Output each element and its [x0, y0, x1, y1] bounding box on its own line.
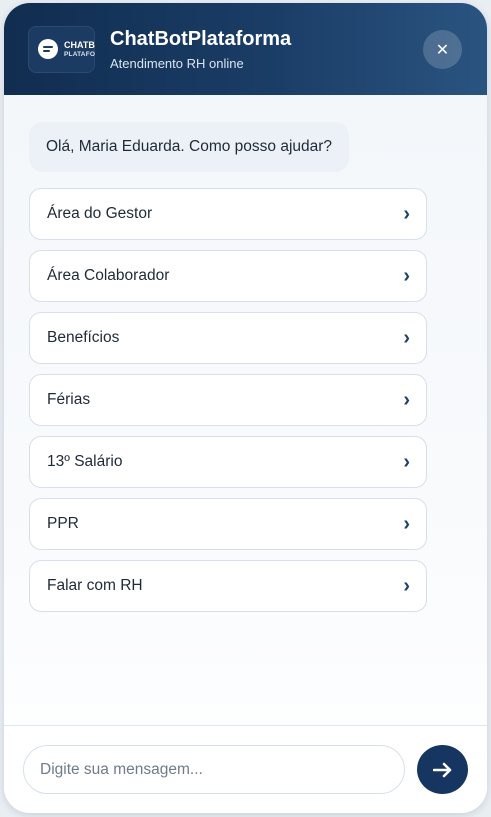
bot-message-bubble: Olá, Maria Eduarda. Como posso ajudar?	[29, 122, 350, 172]
chat-header: CHATBOT PLATAFORMA ChatBotPlataforma Ate…	[4, 3, 487, 95]
chevron-right-icon: ›	[403, 327, 410, 349]
chevron-right-icon: ›	[403, 575, 410, 597]
option-label: Falar com RH	[47, 577, 143, 594]
option-area-colaborador[interactable]: Área Colaborador ›	[29, 250, 427, 302]
chat-subtitle: Atendimento RH online	[110, 56, 244, 71]
logo-bubble-icon	[38, 39, 58, 59]
chevron-right-icon: ›	[403, 389, 410, 411]
option-label: Benefícios	[47, 329, 120, 346]
composer-bar	[4, 725, 487, 813]
arrow-right-icon	[432, 762, 451, 777]
logo-wordmark: CHATBOT PLATAFORMA	[64, 41, 95, 59]
option-falar-com-rh[interactable]: Falar com RH ›	[29, 560, 427, 612]
option-label: 13º Salário	[47, 453, 123, 470]
option-ferias[interactable]: Férias ›	[29, 374, 427, 426]
option-area-gestor[interactable]: Área do Gestor ›	[29, 188, 427, 240]
chevron-right-icon: ›	[403, 265, 410, 287]
close-icon[interactable]: ✕	[423, 30, 462, 69]
send-button[interactable]	[417, 745, 468, 794]
chat-widget: CHATBOT PLATAFORMA ChatBotPlataforma Ate…	[4, 3, 487, 813]
logo-line-1: CHATBOT	[64, 40, 95, 50]
option-13-salario[interactable]: 13º Salário ›	[29, 436, 427, 488]
option-ppr[interactable]: PPR ›	[29, 498, 427, 550]
chevron-right-icon: ›	[403, 203, 410, 225]
logo-line-2: PLATAFORMA	[64, 51, 95, 58]
chat-title: ChatBotPlataforma	[110, 28, 292, 50]
option-beneficios[interactable]: Benefícios ›	[29, 312, 427, 364]
option-label: Área Colaborador	[47, 267, 170, 284]
chat-logo-icon: CHATBOT PLATAFORMA	[28, 26, 95, 73]
option-label: PPR	[47, 515, 79, 532]
bot-greeting-text: Olá, Maria Eduarda. Como posso ajudar?	[46, 138, 333, 155]
chevron-right-icon: ›	[403, 513, 410, 535]
option-label: Férias	[47, 391, 91, 408]
option-label: Área do Gestor	[47, 205, 153, 222]
chevron-right-icon: ›	[403, 451, 410, 473]
message-input[interactable]	[23, 745, 405, 794]
quick-reply-list: Área do Gestor › Área Colaborador › Bene…	[29, 188, 427, 622]
